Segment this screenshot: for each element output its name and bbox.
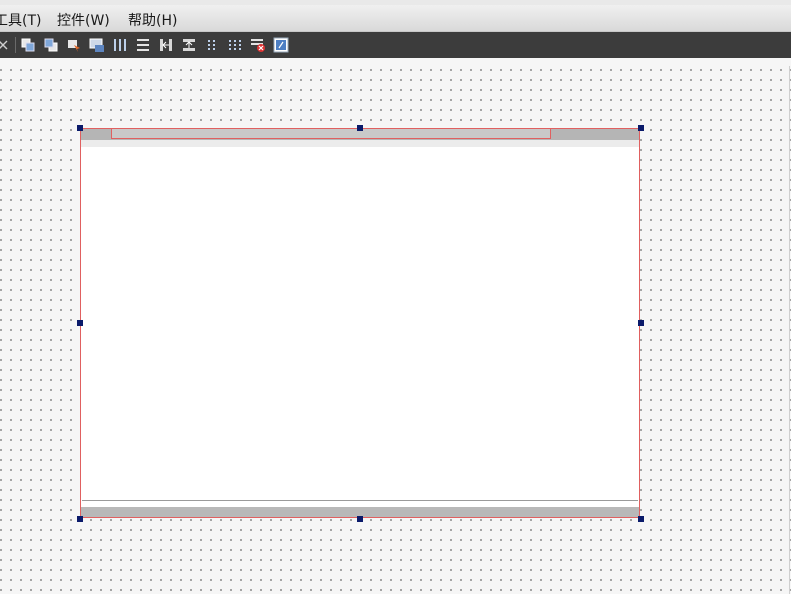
layout-grid-icon[interactable]	[227, 37, 243, 53]
resize-handle-right[interactable]	[638, 320, 644, 326]
edit-buddies-icon[interactable]	[89, 37, 105, 53]
adjust-size-icon[interactable]	[273, 37, 289, 53]
resize-handle-bottom[interactable]	[357, 516, 363, 522]
lower-icon[interactable]	[43, 37, 59, 53]
canvas-top-gap	[0, 58, 791, 66]
resize-handle-bottom-left[interactable]	[77, 516, 83, 522]
break-layout-icon[interactable]	[250, 37, 266, 53]
main-window-form[interactable]	[80, 128, 640, 518]
layout-vertical-icon[interactable]	[135, 37, 151, 53]
resize-handle-left[interactable]	[77, 320, 83, 326]
statusbar-divider	[82, 500, 638, 501]
resize-handle-top[interactable]	[357, 125, 363, 131]
close-icon[interactable]	[0, 37, 12, 53]
resize-handle-top-right[interactable]	[638, 125, 644, 131]
layout-form-icon[interactable]	[204, 37, 220, 53]
resize-handle-top-left[interactable]	[77, 125, 83, 131]
form-toolbar-area	[81, 140, 639, 147]
form-toolbar	[0, 32, 791, 58]
resize-handle-bottom-right[interactable]	[638, 516, 644, 522]
edit-tab-order-icon[interactable]	[66, 37, 82, 53]
layout-vertical-splitter-icon[interactable]	[181, 37, 197, 53]
menu-help[interactable]: 帮助(H)	[128, 10, 177, 30]
menubar: 工具(T) 控件(W) 帮助(H)	[0, 5, 791, 32]
layout-horizontal-icon[interactable]	[112, 37, 128, 53]
layout-horizontal-splitter-icon[interactable]	[158, 37, 174, 53]
toolbar-separator	[15, 37, 16, 53]
canvas-right-border	[789, 66, 790, 594]
menu-widgets[interactable]: 控件(W)	[57, 10, 110, 30]
menubar-selected-region[interactable]	[111, 129, 551, 139]
raise-icon[interactable]	[20, 37, 36, 53]
menu-tools[interactable]: 工具(T)	[0, 10, 41, 30]
